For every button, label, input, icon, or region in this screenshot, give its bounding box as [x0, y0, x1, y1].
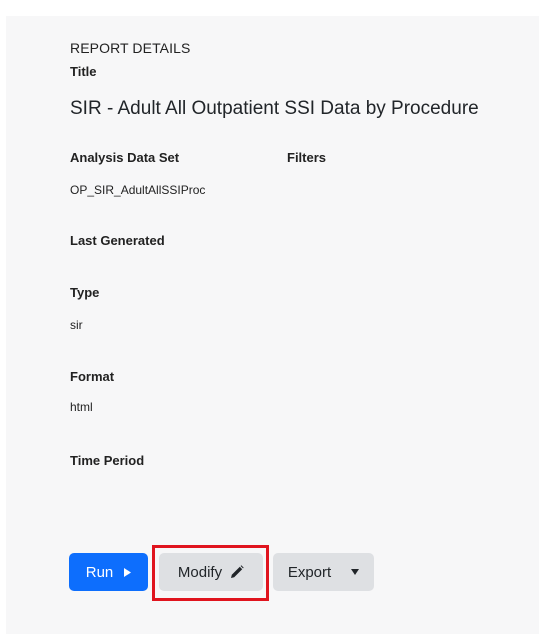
run-button[interactable]: Run	[69, 553, 148, 591]
report-title: SIR - Adult All Outpatient SSI Data by P…	[70, 98, 479, 119]
time-period-label: Time Period	[70, 453, 145, 468]
export-dropdown-button[interactable]: Export	[273, 553, 374, 591]
modify-button[interactable]: Modify	[159, 553, 263, 591]
title-label: Title	[70, 64, 97, 79]
type-value: sir	[70, 318, 83, 332]
format-value: html	[70, 400, 93, 414]
pencil-icon	[230, 565, 244, 579]
last-generated-label: Last Generated	[70, 233, 165, 248]
modify-button-label: Modify	[177, 563, 223, 581]
section-heading: REPORT DETAILS	[70, 40, 191, 56]
export-button-label: Export	[287, 563, 332, 581]
format-label: Format	[70, 369, 115, 384]
report-details-panel: REPORT DETAILS Title SIR - Adult All Out…	[6, 16, 539, 634]
filters-label: Filters	[287, 150, 327, 165]
analysis-data-set-value: OP_SIR_AdultAllSSIProc	[70, 183, 206, 197]
analysis-data-set-label: Analysis Data Set	[70, 150, 180, 165]
run-button-label: Run	[85, 563, 114, 581]
caret-right-icon	[124, 567, 132, 577]
caret-down-icon	[351, 569, 360, 575]
type-label: Type	[70, 285, 100, 300]
